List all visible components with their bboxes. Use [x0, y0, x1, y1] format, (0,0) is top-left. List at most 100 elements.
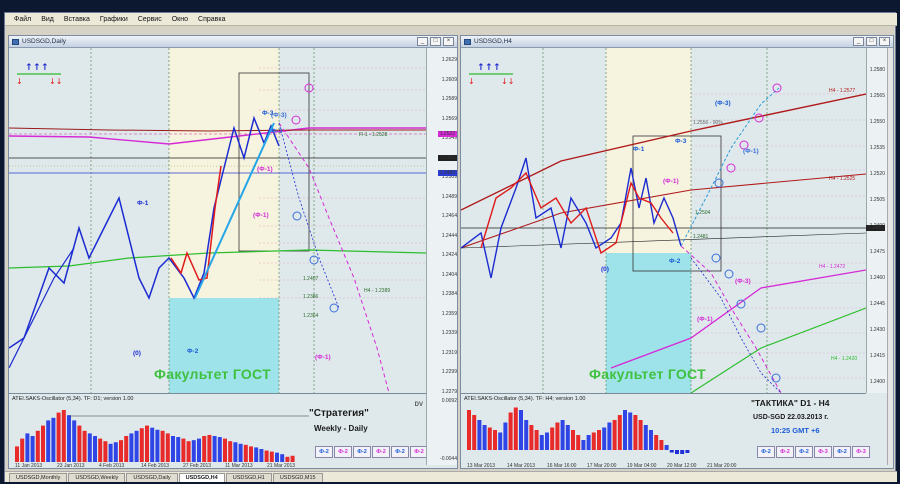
maximize-button[interactable]: □	[430, 37, 441, 46]
target-circle	[714, 178, 724, 188]
time-tick: 11 Mar 2013	[225, 463, 253, 469]
oscillator-bar	[67, 415, 71, 462]
oscillator-bar	[487, 427, 492, 450]
oscillator-bar	[539, 435, 544, 450]
level-label: Fl-1 - 1.2528	[359, 132, 388, 138]
maximize-button[interactable]: □	[866, 37, 877, 46]
price-tag: 1.2493	[437, 155, 457, 161]
up-arrow-icon: ↑	[493, 63, 501, 73]
oscillator-bar	[493, 430, 497, 450]
time-axis: 13 Mar 2013 14 Mar 2013 16 Mar 16:00 17 Mar…	[461, 463, 866, 469]
oscillator-bar	[202, 436, 207, 462]
menu-charts[interactable]: Графики	[95, 16, 133, 23]
chart-tab[interactable]: USDSGD,Monthly	[9, 473, 68, 482]
time-tick: 19 Mar 04:00	[627, 463, 657, 469]
target-circle	[756, 323, 766, 333]
wave-label: (Ф-3)	[735, 278, 751, 285]
price-tick: 1.2475	[869, 249, 885, 255]
minimize-button[interactable]: _	[417, 37, 428, 46]
phase-button[interactable]: Ф-3	[852, 446, 870, 458]
phase-button[interactable]: Ф-2	[353, 446, 371, 458]
price-tick: 1.2464	[441, 213, 457, 219]
close-button[interactable]: ×	[879, 37, 890, 46]
chart-tab[interactable]: USDSGD,Weekly	[68, 473, 126, 482]
oscillator-bar	[160, 430, 165, 462]
chart-tab[interactable]: USDSGD,Daily	[126, 473, 178, 482]
oscillator-bar	[534, 430, 539, 450]
phase-button[interactable]: Ф-2	[833, 446, 851, 458]
menu-help[interactable]: Справка	[193, 16, 230, 23]
oscillator-bar	[524, 420, 529, 450]
price-tick: 1.2445	[869, 301, 885, 307]
wave-label: (0)	[601, 266, 609, 273]
close-button[interactable]: ×	[443, 37, 454, 46]
oscillator-bar	[217, 437, 222, 462]
chart-tab[interactable]: USDSGD,H4	[178, 473, 225, 482]
time-tick: 16 Mar 16:00	[547, 463, 577, 469]
menu-insert[interactable]: Вставка	[59, 16, 95, 23]
window-titlebar[interactable]: USDSGD,Daily _ □ ×	[9, 36, 457, 48]
oscillator-bar	[176, 437, 181, 462]
phase-button[interactable]: Ф-2	[334, 446, 352, 458]
oscillator-bar	[124, 436, 129, 462]
chart-window-h4[interactable]: USDSGD,H4 _ □ × ↑ ↑ ↑ ↓ ↓↓ Ф-1 (0) Ф-2 (Ф-3) (Ф-…	[460, 35, 894, 469]
menu-tools[interactable]: Сервис	[133, 16, 167, 23]
chart-tab[interactable]: USDSGD,H1	[225, 473, 272, 482]
oscillator-bar	[649, 430, 653, 450]
oscillator-bar	[545, 432, 549, 450]
watermark-title: Факультет ГОСТ	[589, 366, 706, 382]
oscillator-bar	[571, 430, 575, 450]
oscillator-bar	[155, 429, 160, 462]
oscillator-pane[interactable]: ATEI.SAKS-Oscillator (5,34). TF: D1; ver…	[9, 393, 428, 465]
wave-label: (Ф-1)	[743, 148, 759, 155]
phase-button[interactable]: Ф-2	[372, 446, 390, 458]
chart-tabs: USDSGD,Monthly USDSGD,Weekly USDSGD,Daily U…	[5, 471, 897, 482]
caption-subtitle: Weekly - Daily	[314, 424, 368, 433]
menu-file[interactable]: Файл	[9, 16, 36, 23]
oscillator-bar	[477, 420, 482, 450]
oscillator-bar	[269, 451, 274, 462]
menu-view[interactable]: Вид	[36, 16, 59, 23]
wave-label: (Ф-3)	[715, 100, 731, 107]
window-titlebar[interactable]: USDSGD,H4 _ □ ×	[461, 36, 893, 48]
oscillator-bar	[669, 450, 674, 453]
oscillator-bar	[498, 432, 503, 450]
up-arrow-icon: ↑	[41, 63, 49, 73]
minimize-button[interactable]: _	[853, 37, 864, 46]
wave-label: Ф-3	[675, 138, 687, 145]
time-tick: 20 Mar 12:00	[667, 463, 697, 469]
vertical-scrollbar[interactable]	[887, 48, 893, 465]
menu-window[interactable]: Окно	[167, 16, 193, 23]
chart-window-daily[interactable]: USDSGD,Daily _ □ × ↑ ↑ ↑ ↓ ↓↓ Ф-3 (Ф-3) Ф-1 (0)…	[8, 35, 458, 469]
oscillator-bar	[285, 456, 290, 462]
phase-button[interactable]: Ф-2	[757, 446, 775, 458]
oscillator-bar	[602, 427, 607, 450]
oscillator-pane[interactable]: ATEI.SAKS-Oscillator (5,34). TF: H4; ver…	[461, 393, 870, 465]
phase-button[interactable]: Ф-3	[814, 446, 832, 458]
chart-tab[interactable]: USDSGD,M15	[272, 473, 323, 482]
oscillator-bar	[61, 410, 66, 462]
wave-label: (Ф-1)	[315, 354, 331, 361]
price-tag: 1.2522	[437, 131, 457, 137]
price-plot[interactable]: ↑ ↑ ↑ ↓ ↓↓ Ф-3 (Ф-3) Ф-1 (0) Ф-2 (Ф-1) (Ф-1) (Ф-1) Ф…	[9, 48, 426, 393]
target-circle	[772, 83, 782, 93]
phase-button[interactable]: Ф-2	[795, 446, 813, 458]
window-title: USDSGD,H4	[474, 38, 512, 45]
time-tick: 14 Feb 2013	[141, 463, 170, 469]
up-arrow-icon: ↑	[33, 63, 41, 73]
phase-button[interactable]: Ф-2	[776, 446, 794, 458]
oscillator-bar	[108, 443, 113, 462]
price-tick: 1.2629	[441, 57, 457, 63]
price-scale[interactable]: 1.2580 1.2565 1.2550 1.2535 1.2520 1.2505 1.24…	[865, 48, 887, 393]
window-title: USDSGD,Daily	[22, 38, 67, 45]
phase-button[interactable]: Ф-2	[315, 446, 333, 458]
wave-label: Ф-2	[187, 348, 199, 355]
oscillator-bar	[275, 452, 279, 462]
chart-icon	[12, 38, 19, 45]
level-label: H4 - 1.2472	[819, 264, 846, 270]
caption-subtitle: USD-SGD 22.03.2013 г.	[753, 414, 829, 421]
level-label: 1.2504	[695, 210, 711, 216]
price-scale[interactable]: 1.26291.26091.25891.25691.25491.25291.25…	[426, 48, 457, 395]
phase-button[interactable]: Ф-2	[391, 446, 409, 458]
price-plot[interactable]: ↑ ↑ ↑ ↓ ↓↓ Ф-1 (0) Ф-2 (Ф-3) (Ф-1) (Ф-1) (Ф-3) (Ф-1…	[461, 48, 866, 393]
